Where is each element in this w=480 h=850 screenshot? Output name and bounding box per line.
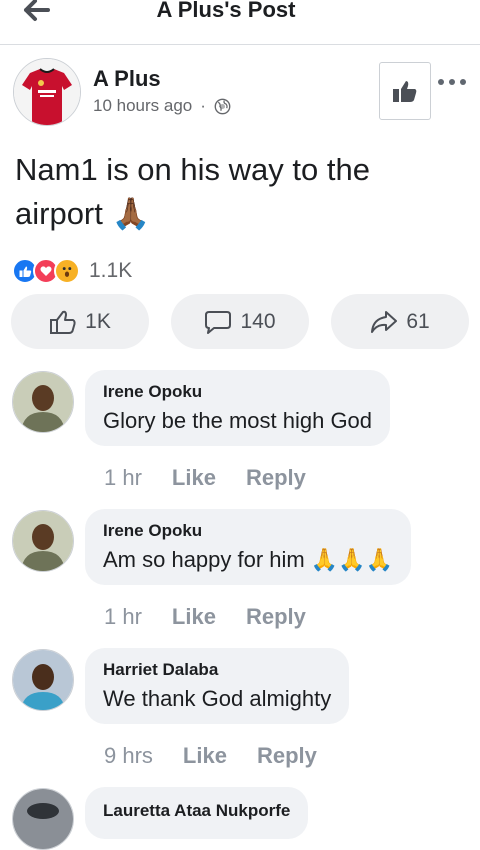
author-avatar[interactable] [13, 58, 81, 126]
page-title: A Plus's Post [156, 0, 296, 22]
thumbs-up-icon [50, 310, 76, 334]
more-dot [460, 79, 466, 85]
like-count: 1K [85, 309, 111, 333]
comment-icon [205, 310, 232, 334]
share-count: 61 [406, 309, 430, 333]
comment-reply-button[interactable]: Reply [246, 465, 306, 491]
reactions-summary[interactable]: 1.1K [12, 258, 132, 284]
commenter-avatar[interactable] [12, 788, 74, 850]
comment-time[interactable]: 1 hr [104, 604, 142, 630]
comment-bubble[interactable]: Irene Opoku Glory be the most high God [85, 370, 391, 446]
comment-like-button[interactable]: Like [172, 465, 216, 491]
comment-reply-button[interactable]: Reply [246, 604, 306, 630]
meta-separator: · [200, 96, 206, 115]
more-dot [449, 79, 455, 85]
commenter-name[interactable]: Lauretta Ataa Nukporfe [103, 801, 290, 821]
commenter-avatar[interactable] [12, 510, 74, 572]
comment-reply-button[interactable]: Reply [257, 743, 317, 769]
profile-photo-image [13, 372, 73, 432]
reaction-count: 1.1K [89, 259, 133, 282]
more-dots-icon [438, 79, 444, 85]
share-button[interactable]: 61 [331, 294, 469, 349]
comment-actions: 1 hr Like Reply [104, 604, 306, 630]
profile-photo-image [13, 650, 73, 710]
comment-bubble[interactable]: Harriet Dalaba We thank God almighty [85, 648, 350, 724]
post-text: Nam1 is on his way to the airport 🙏🏾 [15, 152, 370, 231]
like-page-button[interactable] [379, 62, 431, 120]
comment-time[interactable]: 9 hrs [104, 743, 153, 769]
comment-text: Glory be the most high God [103, 408, 373, 433]
post-meta: 10 hours ago · [93, 96, 231, 116]
commenter-name[interactable]: Harriet Dalaba [103, 660, 331, 680]
more-options-button[interactable] [438, 76, 468, 88]
post-header: A Plus 10 hours ago · [0, 58, 480, 130]
comment-text: Am so happy for him 🙏🙏🙏 [103, 547, 394, 572]
comment-actions: 1 hr Like Reply [104, 465, 306, 491]
profile-photo-image [13, 789, 73, 849]
post-time[interactable]: 10 hours ago [93, 96, 192, 116]
comment-count: 140 [240, 309, 276, 333]
comment-bubble[interactable]: Irene Opoku Am so happy for him 🙏🙏🙏 [85, 509, 412, 585]
comment-like-button[interactable]: Like [172, 604, 216, 630]
comment-actions: 9 hrs Like Reply [104, 743, 317, 769]
globe-icon [214, 98, 231, 114]
commenter-avatar[interactable] [12, 371, 74, 433]
commenter-name[interactable]: Irene Opoku [103, 521, 393, 541]
jersey-avatar-image [14, 59, 80, 125]
comment-time[interactable]: 1 hr [104, 465, 142, 491]
thumbs-up-icon [393, 81, 417, 102]
like-button[interactable]: 1K [11, 294, 149, 349]
action-row: 1K 140 61 [11, 294, 471, 350]
comment-text: We thank God almighty [103, 686, 332, 711]
comment-bubble[interactable]: Lauretta Ataa Nukporfe [85, 787, 309, 839]
commenter-name[interactable]: Irene Opoku [103, 382, 372, 402]
commenter-avatar[interactable] [12, 649, 74, 711]
wow-reaction-icon [54, 258, 80, 284]
top-bar: A Plus's Post [0, 0, 480, 45]
comment-like-button[interactable]: Like [183, 743, 227, 769]
share-icon [371, 310, 398, 333]
comment-button[interactable]: 140 [171, 294, 309, 349]
profile-photo-image [13, 511, 73, 571]
author-name[interactable]: A Plus [93, 66, 161, 92]
